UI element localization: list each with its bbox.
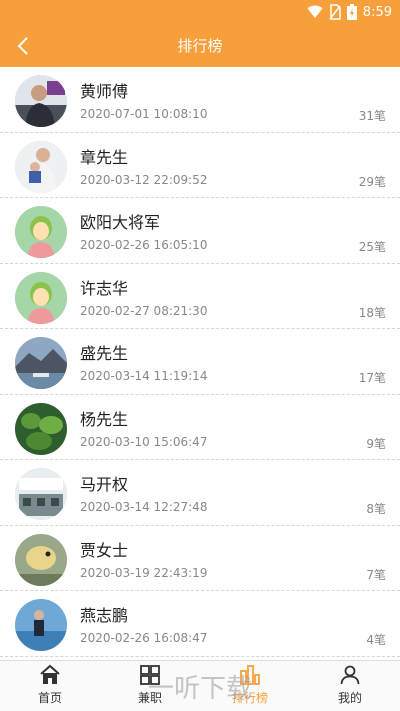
tab-ranking[interactable]: 排行榜 xyxy=(200,661,300,711)
home-icon xyxy=(40,664,60,684)
record-time: 2020-02-27 08:21:30 xyxy=(80,303,208,318)
no-sim-icon xyxy=(329,4,341,20)
status-icons: 8:59 xyxy=(307,3,392,21)
record-count: 29笔 xyxy=(358,174,386,189)
user-icon xyxy=(340,665,360,685)
tab-home[interactable]: 首页 xyxy=(0,661,100,711)
user-name: 杨先生 xyxy=(80,409,129,429)
tab-jobs[interactable]: 兼职 xyxy=(100,661,200,711)
avatar xyxy=(15,599,67,651)
avatar xyxy=(15,206,67,258)
avatar xyxy=(15,140,67,193)
status-bar: 8:59 xyxy=(0,0,400,25)
status-time: 8:59 xyxy=(362,4,392,20)
bottom-tab-bar: 首页 兼职 排行榜 我的 一听下载 xyxy=(0,660,400,711)
avatar xyxy=(15,337,67,389)
chevron-left-icon xyxy=(17,37,28,55)
user-name: 许志华 xyxy=(80,278,129,298)
user-name: 黄师傅 xyxy=(80,82,129,101)
record-time: 2020-03-14 11:19:14 xyxy=(80,369,208,383)
tab-mine[interactable]: 我的 xyxy=(300,661,400,711)
record-count: 7笔 xyxy=(366,567,386,582)
record-count: 17笔 xyxy=(358,371,386,385)
record-time: 2020-03-19 22:43:19 xyxy=(80,565,208,580)
record-time: 2020-02-26 16:05:10 xyxy=(80,238,208,252)
user-name: 欧阳大将军 xyxy=(80,213,161,232)
user-name: 马开权 xyxy=(80,475,129,494)
record-time: 2020-03-12 22:09:52 xyxy=(80,172,208,187)
wifi-icon xyxy=(307,5,323,18)
user-name: 章先生 xyxy=(80,147,129,167)
grid-icon xyxy=(140,665,160,685)
record-count: 31笔 xyxy=(358,109,386,123)
user-name: 燕志鹏 xyxy=(80,606,129,625)
record-time: 2020-02-26 16:08:47 xyxy=(80,631,208,645)
record-count: 18笔 xyxy=(358,305,386,320)
user-name: 盛先生 xyxy=(80,344,129,363)
back-button[interactable] xyxy=(12,33,38,59)
user-name: 贾女士 xyxy=(80,540,129,560)
record-count: 8笔 xyxy=(366,502,386,516)
ranking-icon xyxy=(240,665,260,685)
record-time: 2020-03-10 15:06:47 xyxy=(80,434,208,449)
record-count: 9笔 xyxy=(366,436,386,451)
ranking-row[interactable]: 章先生 2020-03-12 22:09:52 29笔 xyxy=(0,133,400,198)
ranking-row[interactable]: 盛先生 2020-03-14 11:19:14 17笔 xyxy=(0,329,400,395)
tab-label: 我的 xyxy=(337,691,362,705)
record-count: 25笔 xyxy=(358,240,386,254)
ranking-row[interactable]: 杨先生 2020-03-10 15:06:47 9笔 xyxy=(0,395,400,460)
avatar xyxy=(15,402,67,455)
avatar xyxy=(15,271,67,324)
tab-label: 首页 xyxy=(37,691,62,705)
tab-label: 兼职 xyxy=(137,691,162,705)
ranking-row[interactable]: 欧阳大将军 2020-02-26 16:05:10 25笔 xyxy=(0,198,400,264)
ranking-row[interactable]: 马开权 2020-03-14 12:27:48 8笔 xyxy=(0,460,400,526)
ranking-row[interactable]: 许志华 2020-02-27 08:21:30 18笔 xyxy=(0,264,400,329)
ranking-row[interactable]: 黄师傅 2020-07-01 10:08:10 31笔 xyxy=(0,67,400,133)
page-title: 排行榜 xyxy=(177,37,223,55)
tab-label: 排行榜 xyxy=(231,691,268,705)
ranking-row[interactable]: 燕志鹏 2020-02-26 16:08:47 4笔 xyxy=(0,591,400,657)
record-time: 2020-07-01 10:08:10 xyxy=(80,107,208,121)
record-time: 2020-03-14 12:27:48 xyxy=(80,500,208,514)
avatar xyxy=(15,468,67,520)
header-bar: 排行榜 xyxy=(0,25,400,67)
ranking-list: 黄师傅 2020-07-01 10:08:10 31笔 章先生 2020-03-… xyxy=(0,67,400,660)
ranking-row[interactable]: 贾女士 2020-03-19 22:43:19 7笔 xyxy=(0,526,400,591)
avatar xyxy=(15,75,67,127)
avatar xyxy=(15,533,67,586)
record-count: 4笔 xyxy=(366,633,386,647)
battery-icon xyxy=(346,4,357,20)
